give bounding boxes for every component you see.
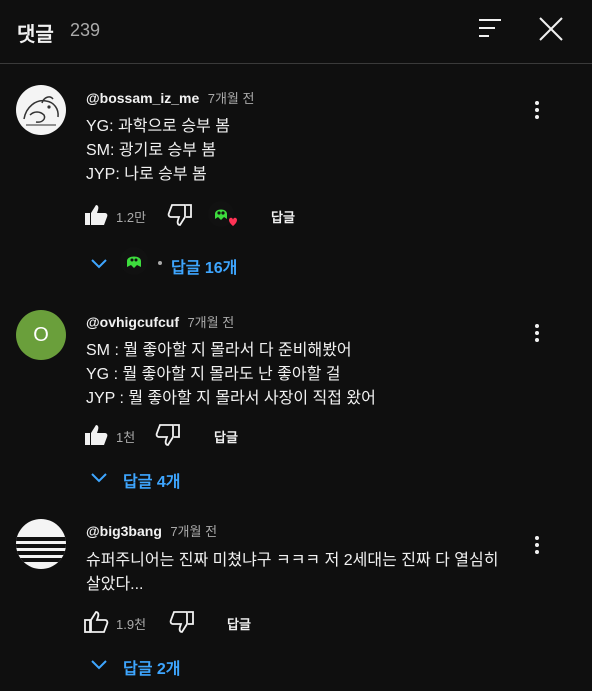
more-vert-icon bbox=[535, 324, 539, 342]
comment-time[interactable]: 7개월 전 bbox=[208, 91, 255, 106]
comment-meta: @bossam_iz_me 7개월 전 bbox=[86, 88, 254, 108]
comment-meta: @big3bang 7개월 전 bbox=[86, 521, 217, 541]
chevron-down-icon bbox=[91, 473, 107, 483]
comment-author[interactable]: @ovhigcufcuf bbox=[86, 314, 179, 330]
sort-icon bbox=[479, 19, 501, 37]
more-options-button[interactable] bbox=[522, 530, 552, 560]
comment-author[interactable]: @big3bang bbox=[86, 523, 162, 539]
replies-count: 답글 16개 bbox=[171, 260, 238, 277]
comment-author[interactable]: @bossam_iz_me bbox=[86, 90, 199, 106]
comment-line: JYP: 나로 승부 봄 bbox=[86, 166, 207, 183]
comment-line: 슈퍼주니어는 진짜 미쳤냐구 ㅋㅋㅋ 저 2세대는 진짜 다 열심히 살았다..… bbox=[86, 552, 499, 593]
reply-button[interactable]: 답글 bbox=[271, 207, 295, 226]
comment-time[interactable]: 7개월 전 bbox=[170, 524, 217, 539]
avatar[interactable] bbox=[16, 85, 66, 135]
comment-line: SM: 광기로 승부 봄 bbox=[86, 142, 217, 159]
comments-count: 239 bbox=[70, 20, 101, 40]
replies-count: 답글 4개 bbox=[123, 474, 181, 491]
reply-button[interactable]: 답글 bbox=[214, 427, 238, 446]
comment-actions: 1.2만 답글 bbox=[82, 199, 412, 233]
more-vert-icon bbox=[535, 101, 539, 119]
comment-line: JYP : 뭘 좋아할 지 몰라서 사장이 직접 왔어 bbox=[86, 390, 376, 407]
creator-avatar-icon bbox=[127, 256, 141, 268]
like-button[interactable] bbox=[82, 421, 110, 449]
more-options-button[interactable] bbox=[522, 318, 552, 348]
more-vert-icon bbox=[535, 536, 539, 554]
comments-title: 댓글 bbox=[17, 24, 54, 46]
view-replies-button[interactable]: 답글 4개 bbox=[82, 460, 342, 494]
dislike-button[interactable] bbox=[166, 201, 194, 229]
avatar-letter: O bbox=[33, 323, 49, 346]
thumbs-down-icon bbox=[169, 611, 194, 633]
like-count: 1.2만 bbox=[116, 210, 147, 225]
like-count: 1.9천 bbox=[116, 617, 147, 632]
sort-button[interactable] bbox=[470, 12, 510, 52]
thumbs-up-icon bbox=[85, 425, 108, 445]
separator-dot bbox=[158, 261, 162, 265]
comment-line: SM : 뭘 좋아할 지 몰라서 다 준비해봤어 bbox=[86, 342, 352, 359]
creator-avatar-small bbox=[120, 247, 148, 275]
reply-button[interactable]: 답글 bbox=[227, 614, 251, 633]
thumbs-down-icon bbox=[167, 204, 192, 226]
thumbs-up-icon bbox=[85, 205, 108, 225]
replies-count: 답글 2개 bbox=[123, 661, 181, 678]
chevron-down-icon bbox=[91, 259, 107, 269]
dislike-button[interactable] bbox=[154, 421, 182, 449]
comment-time[interactable]: 7개월 전 bbox=[187, 315, 234, 330]
view-replies-button[interactable]: 답글 2개 bbox=[82, 647, 342, 681]
thumbs-down-icon bbox=[155, 424, 180, 446]
comment-text: SM : 뭘 좋아할 지 몰라서 다 준비해봤어 YG : 뭘 좋아할 지 몰라… bbox=[86, 339, 516, 411]
close-button[interactable] bbox=[530, 12, 570, 52]
comment-actions: 1천 답글 bbox=[82, 419, 412, 453]
like-button[interactable] bbox=[82, 608, 110, 636]
avatar[interactable] bbox=[16, 519, 66, 569]
creator-heart-badge bbox=[207, 200, 241, 232]
dislike-button[interactable] bbox=[168, 608, 196, 636]
comment-line: YG: 과학으로 승부 봄 bbox=[86, 118, 230, 135]
comment-actions: 1.9천 답글 bbox=[82, 606, 412, 640]
comment-text: 슈퍼주니어는 진짜 미쳤냐구 ㅋㅋㅋ 저 2세대는 진짜 다 열심히 살았다..… bbox=[86, 549, 511, 597]
avatar[interactable]: O bbox=[16, 310, 66, 360]
comment-meta: @ovhigcufcuf 7개월 전 bbox=[86, 312, 234, 332]
creator-avatar-heart-icon bbox=[208, 201, 237, 227]
comments-header: 댓글 239 bbox=[0, 0, 592, 64]
sketch-avatar-icon bbox=[23, 96, 59, 126]
striped-logo-icon bbox=[16, 537, 66, 562]
like-count: 1천 bbox=[116, 430, 136, 445]
close-icon bbox=[539, 17, 563, 41]
thumbs-up-icon bbox=[84, 611, 109, 633]
chevron-down-icon bbox=[91, 660, 107, 670]
comment-line: YG : 뭘 좋아할 지 몰라도 난 좋아할 걸 bbox=[86, 366, 341, 383]
like-button[interactable] bbox=[82, 201, 110, 229]
comment-text: YG: 과학으로 승부 봄 SM: 광기로 승부 봄 JYP: 나로 승부 봄 bbox=[86, 115, 516, 187]
view-replies-button[interactable]: 답글 16개 bbox=[82, 246, 342, 280]
more-options-button[interactable] bbox=[522, 95, 552, 125]
